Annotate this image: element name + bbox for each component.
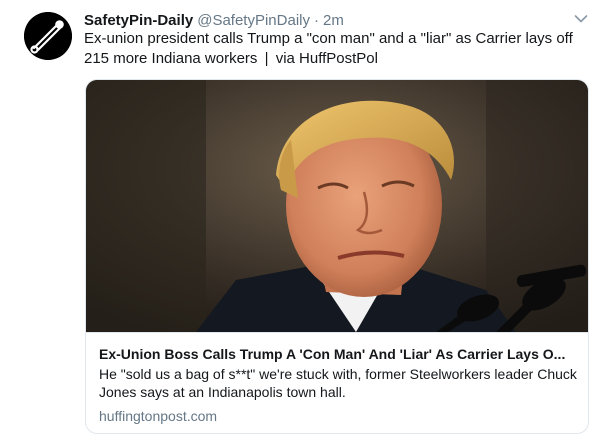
card-image[interactable] [86, 80, 588, 332]
more-options-button[interactable] [574, 14, 588, 24]
separator-dot: · [314, 12, 319, 29]
man-portrait-photo [86, 80, 588, 332]
card-domain[interactable]: huffingtonpost.com [99, 407, 217, 425]
link-card[interactable]: Ex-Union Boss Calls Trump A 'Con Man' An… [85, 79, 589, 434]
avatar[interactable] [24, 12, 72, 60]
safety-pin-icon [24, 12, 72, 60]
chevron-down-icon [574, 15, 588, 23]
user-handle[interactable]: @SafetyPinDaily [197, 12, 310, 29]
tweet-text: Ex-union president calls Trump a "con ma… [84, 29, 584, 69]
tweet-text-via: via HuffPostPol [275, 50, 378, 67]
card-title[interactable]: Ex-Union Boss Calls Trump A 'Con Man' An… [99, 345, 577, 363]
timestamp[interactable]: 2m [323, 12, 344, 29]
tweet[interactable]: SafetyPin-Daily @SafetyPinDaily · 2m Ex-… [0, 0, 608, 447]
display-name[interactable]: SafetyPin-Daily [84, 12, 193, 29]
card-description: He "sold us a bag of s**t" we're stuck w… [99, 366, 577, 400]
tweet-text-separator: | [264, 50, 269, 67]
card-body[interactable]: Ex-Union Boss Calls Trump A 'Con Man' An… [86, 332, 588, 433]
